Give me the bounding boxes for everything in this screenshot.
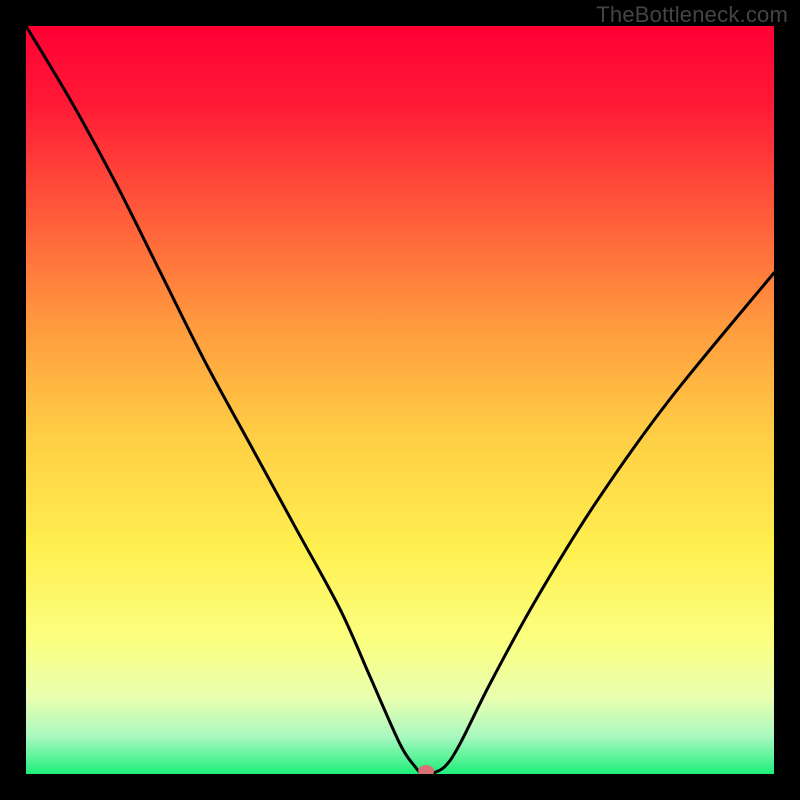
bottleneck-chart [26, 26, 774, 774]
chart-frame: TheBottleneck.com [0, 0, 800, 800]
watermark-label: TheBottleneck.com [596, 2, 788, 28]
gradient-background [26, 26, 774, 774]
plot-area [26, 26, 774, 774]
